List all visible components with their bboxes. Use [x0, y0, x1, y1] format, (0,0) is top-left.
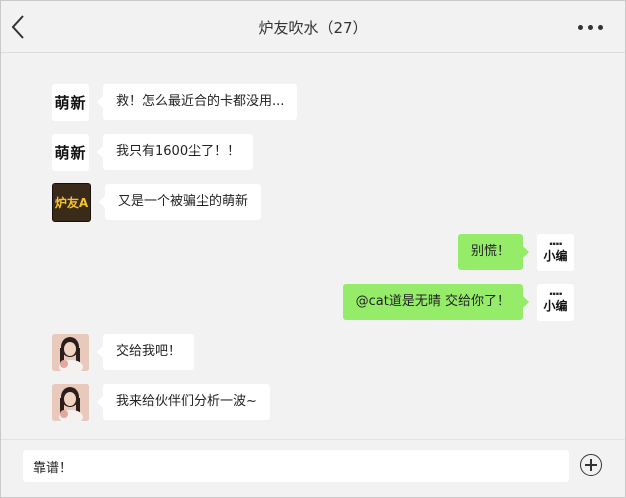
- avatar[interactable]: ▪▪▪▪ 小编: [537, 233, 574, 271]
- avatar-logo-text: ▪▪▪▪: [549, 241, 562, 247]
- message-bubble[interactable]: 我只有1600尘了！！: [96, 134, 254, 170]
- message-row: 我来给伙伴们分析一波~: [52, 383, 270, 421]
- more-dots-icon: [578, 25, 583, 30]
- chat-title: 炉友吹水（27）: [258, 19, 368, 37]
- add-attachment-button[interactable]: [580, 454, 602, 476]
- avatar[interactable]: [52, 383, 89, 421]
- avatar-logo-text: ▪▪▪▪: [549, 291, 562, 297]
- avatar-label: 小编: [543, 249, 568, 263]
- chat-header: 炉友吹水（27）: [1, 1, 625, 53]
- avatar[interactable]: 炉友A: [52, 182, 91, 222]
- message-bubble[interactable]: @cat道是无晴 交给你了！: [342, 284, 530, 320]
- chat-window: 炉友吹水（27） 萌新 救！怎么最近合的卡都没用... 萌新 我只有1600尘了…: [0, 0, 626, 498]
- message-bubble[interactable]: 别慌！: [457, 234, 530, 270]
- message-bubble[interactable]: 救！怎么最近合的卡都没用...: [96, 84, 298, 120]
- message-row: 炉友A 又是一个被骗尘的萌新: [52, 182, 262, 222]
- message-row: 萌新 救！怎么最近合的卡都没用...: [52, 83, 298, 121]
- avatar-label: 萌新: [54, 93, 87, 112]
- message-list[interactable]: 萌新 救！怎么最近合的卡都没用... 萌新 我只有1600尘了！！ 炉友A 又是…: [1, 53, 625, 439]
- message-row: 交给我吧！: [52, 333, 195, 371]
- user-photo-icon: [52, 333, 89, 371]
- message-row: ▪▪▪▪ 小编 别慌！: [457, 233, 574, 271]
- user-photo-icon: [52, 383, 89, 421]
- message-row: ▪▪▪▪ 小编 @cat道是无晴 交给你了！: [342, 283, 574, 321]
- avatar[interactable]: 萌新: [52, 133, 89, 171]
- avatar[interactable]: [52, 333, 89, 371]
- more-options-button[interactable]: [578, 25, 603, 30]
- message-bubble[interactable]: 又是一个被骗尘的萌新: [98, 184, 262, 220]
- avatar-label: 炉友A: [54, 195, 89, 210]
- message-bubble[interactable]: 我来给伙伴们分析一波~: [97, 384, 270, 420]
- message-input[interactable]: [23, 450, 569, 482]
- avatar[interactable]: 萌新: [52, 83, 89, 121]
- input-bar: [1, 439, 625, 497]
- avatar-label: 小编: [543, 299, 568, 313]
- message-row: 萌新 我只有1600尘了！！: [52, 133, 254, 171]
- avatar[interactable]: ▪▪▪▪ 小编: [537, 283, 574, 321]
- avatar-label: 萌新: [54, 143, 87, 162]
- message-bubble[interactable]: 交给我吧！: [96, 334, 195, 370]
